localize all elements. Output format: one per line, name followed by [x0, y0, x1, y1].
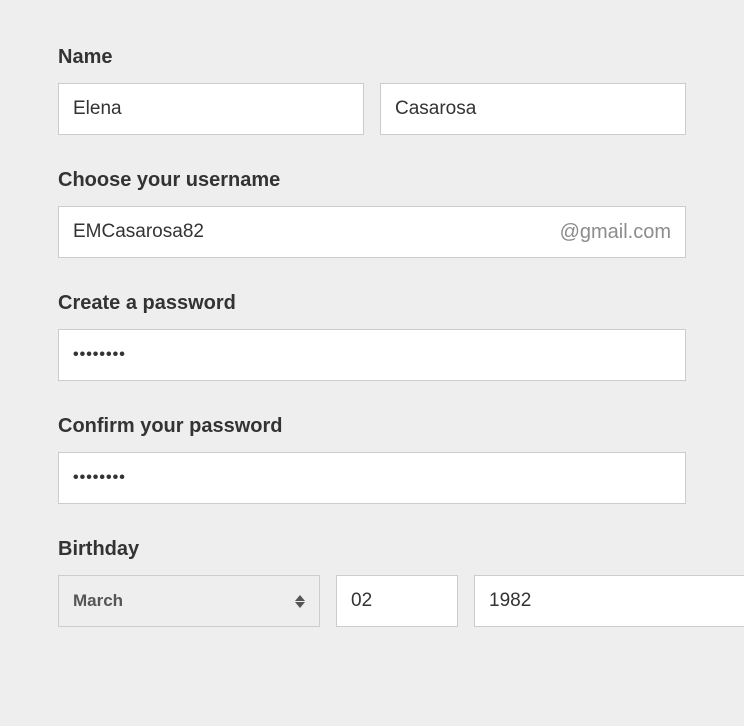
name-section: Name: [58, 46, 686, 135]
chevron-up-icon: [295, 595, 305, 601]
birthday-month-select[interactable]: March: [58, 575, 320, 627]
birthday-row: March: [58, 575, 686, 627]
birthday-month-value: March: [73, 591, 295, 611]
birthday-day-input[interactable]: [336, 575, 458, 627]
password-section: Create a password ••••••••: [58, 292, 686, 381]
username-suffix: @gmail.com: [560, 221, 671, 244]
password-input[interactable]: ••••••••: [58, 329, 686, 381]
name-label: Name: [58, 46, 686, 69]
confirm-password-input[interactable]: ••••••••: [58, 452, 686, 504]
username-input[interactable]: [59, 207, 560, 257]
password-label: Create a password: [58, 292, 686, 315]
signup-form-panel: Name Choose your username @gmail.com Cre…: [0, 0, 744, 726]
chevron-down-icon: [295, 602, 305, 608]
birthday-year-input[interactable]: [474, 575, 744, 627]
confirm-password-section: Confirm your password ••••••••: [58, 415, 686, 504]
birthday-section: Birthday March: [58, 538, 686, 627]
birthday-label: Birthday: [58, 538, 686, 561]
username-label: Choose your username: [58, 169, 686, 192]
password-masked: ••••••••: [73, 346, 126, 364]
name-row: [58, 83, 686, 135]
confirm-password-label: Confirm your password: [58, 415, 686, 438]
last-name-input[interactable]: [380, 83, 686, 135]
username-section: Choose your username @gmail.com: [58, 169, 686, 258]
first-name-input[interactable]: [58, 83, 364, 135]
select-spinner-icon: [295, 595, 305, 608]
username-field-wrapper: @gmail.com: [58, 206, 686, 258]
confirm-password-masked: ••••••••: [73, 469, 126, 487]
